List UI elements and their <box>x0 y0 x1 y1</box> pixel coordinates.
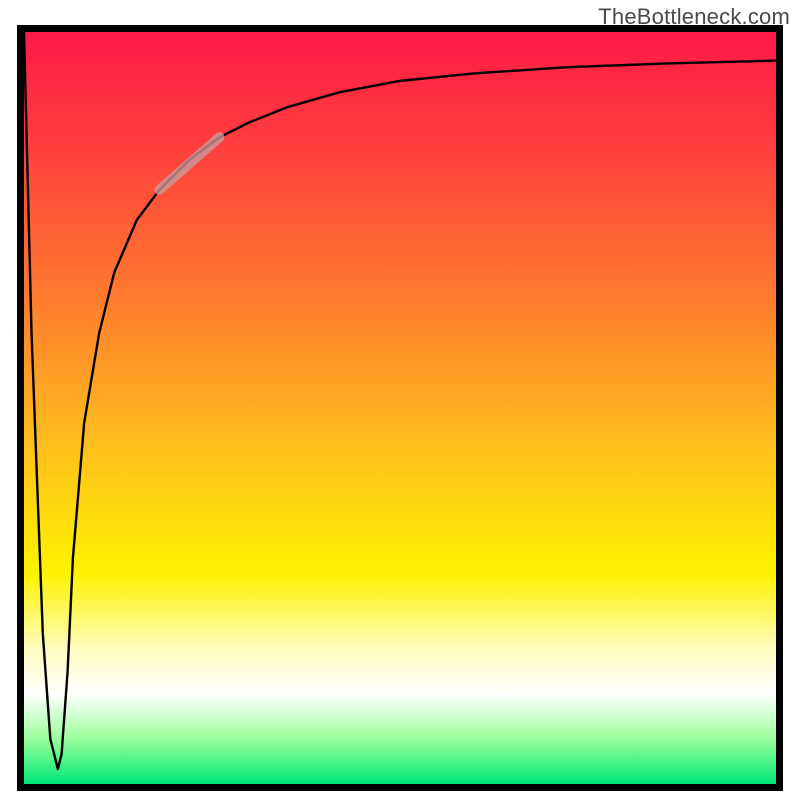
curve-svg <box>24 32 776 784</box>
figure-container: TheBottleneck.com <box>0 0 800 800</box>
highlight-segment <box>159 137 219 190</box>
plot-area <box>17 25 783 791</box>
watermark-text: TheBottleneck.com <box>598 4 790 30</box>
curve-line <box>24 32 776 769</box>
